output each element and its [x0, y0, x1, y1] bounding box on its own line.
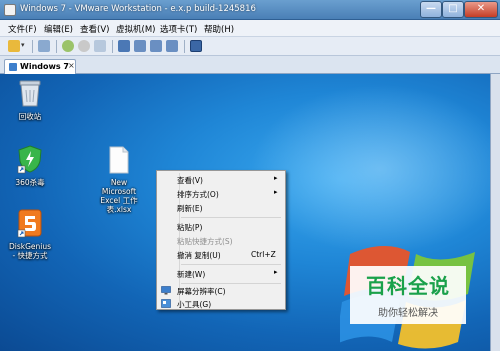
fullscreen-icon[interactable] [134, 40, 146, 52]
power-dropdown-icon[interactable]: ▾ [21, 41, 27, 53]
menu-item-new[interactable]: 新建(W) ▸ [159, 267, 283, 280]
vm-icon [9, 63, 17, 71]
tab-label: Windows 7 [20, 62, 69, 71]
vmware-app-icon [4, 4, 16, 16]
toolbar-separator [112, 40, 113, 53]
desktop-icon-label: 回收站 [18, 112, 42, 121]
minimize-button[interactable]: — [420, 1, 442, 18]
toolbar-separator [184, 40, 185, 53]
desktop-icon-label: DiskGenius - 快捷方式 [8, 242, 52, 260]
menu-item-label: 排序方式(O) [177, 190, 219, 199]
window-titlebar[interactable]: Windows 7 - VMware Workstation - e.x.p b… [0, 0, 500, 20]
desktop-icon-excel-file[interactable]: New Microsoft Excel 工作 表.xlsx [89, 146, 149, 214]
unity-icon[interactable] [150, 40, 162, 52]
desktop-icon-label: New Microsoft Excel 工作 表.xlsx [100, 178, 138, 214]
close-button[interactable]: ✕ [464, 1, 498, 18]
submenu-arrow-icon: ▸ [274, 268, 278, 276]
close-icon: ✕ [476, 3, 486, 14]
maximize-icon: □ [448, 3, 458, 14]
toolbar: ▾ [0, 37, 500, 56]
menu-view[interactable]: 查看(V) [80, 23, 109, 35]
desktop-icon-label: 360杀毒 [15, 178, 45, 187]
tab-close-icon[interactable]: × [68, 61, 75, 70]
menu-item-screen-resolution[interactable]: 屏幕分辨率(C) [159, 284, 283, 297]
thumbnail-icon[interactable] [166, 40, 178, 52]
desktop-icon-recycle-bin[interactable]: 回收站 [0, 78, 60, 121]
desktop-icon-diskgenius[interactable]: DiskGenius - 快捷方式 [0, 208, 60, 260]
menu-item-label: 屏幕分辨率(C) [177, 287, 226, 296]
toolbar-separator [32, 40, 33, 53]
recycle-bin-icon [19, 80, 41, 107]
snapshot-icon[interactable] [62, 40, 74, 52]
network-icon[interactable] [38, 40, 50, 52]
menu-item-label: 撤消 复制(U) [177, 251, 221, 260]
view-console-icon[interactable] [118, 40, 130, 52]
360-antivirus-icon [17, 145, 42, 174]
watermark-subtitle: 助你轻松解决 [378, 308, 438, 319]
menu-item-label: 新建(W) [177, 270, 206, 279]
menu-item-label: 小工具(G) [177, 300, 212, 309]
tab-strip: Windows 7 × [0, 56, 500, 74]
menu-item-paste-shortcut: 粘贴快捷方式(S) [159, 234, 283, 247]
menu-item-shortcut: Ctrl+Z [251, 250, 276, 259]
menu-item-label: 粘贴快捷方式(S) [177, 237, 233, 246]
vertical-scrollbar[interactable] [490, 74, 500, 351]
menu-item-paste[interactable]: 粘贴(P) [159, 220, 283, 233]
menu-item-refresh[interactable]: 刷新(E) [159, 201, 283, 214]
menu-item-gadgets[interactable]: 小工具(G) [159, 297, 283, 310]
menu-vm[interactable]: 虚拟机(M) [116, 23, 155, 35]
power-icon[interactable] [8, 40, 20, 52]
desktop-icon-360[interactable]: 360杀毒 [0, 144, 60, 187]
revert-snapshot-icon[interactable] [78, 40, 90, 52]
menu-item-label: 刷新(E) [177, 204, 203, 213]
desktop-context-menu: 查看(V) ▸ 排序方式(O) ▸ 刷新(E) 粘贴(P) 粘贴快捷方式(S) … [156, 170, 286, 310]
menu-item-undo-copy[interactable]: 撤消 复制(U) Ctrl+Z [159, 248, 283, 261]
menu-file[interactable]: 文件(F) [8, 23, 37, 35]
menu-separator [181, 264, 281, 265]
snapshot-manager-icon[interactable] [94, 40, 106, 52]
menubar: 文件(F) 编辑(E) 查看(V) 虚拟机(M) 选项卡(T) 帮助(H) [0, 20, 500, 37]
excel-file-icon [109, 146, 129, 174]
menu-separator [181, 217, 281, 218]
watermark-logo: 百科全说 助你轻松解决 [350, 266, 466, 324]
menu-item-label: 粘贴(P) [177, 223, 203, 232]
gadgets-icon [161, 299, 171, 308]
window-title: Windows 7 - VMware Workstation - e.x.p b… [20, 4, 256, 14]
submenu-arrow-icon: ▸ [274, 174, 278, 182]
menu-edit[interactable]: 编辑(E) [44, 23, 73, 35]
menu-item-sort-by[interactable]: 排序方式(O) ▸ [159, 187, 283, 200]
watermark-title: 百科全说 [366, 274, 450, 298]
menu-tabs[interactable]: 选项卡(T) [160, 23, 197, 35]
menu-item-label: 查看(V) [177, 176, 203, 185]
screen-resolution-icon [161, 286, 171, 295]
diskgenius-icon [17, 209, 42, 238]
menu-item-view[interactable]: 查看(V) ▸ [159, 173, 283, 186]
menu-help[interactable]: 帮助(H) [204, 23, 234, 35]
maximize-button[interactable]: □ [442, 1, 464, 18]
tab-windows7[interactable]: Windows 7 × [4, 59, 76, 74]
toolbar-separator [56, 40, 57, 53]
minimize-icon: — [426, 3, 436, 14]
stretch-guest-icon[interactable] [190, 40, 202, 52]
submenu-arrow-icon: ▸ [274, 188, 278, 196]
